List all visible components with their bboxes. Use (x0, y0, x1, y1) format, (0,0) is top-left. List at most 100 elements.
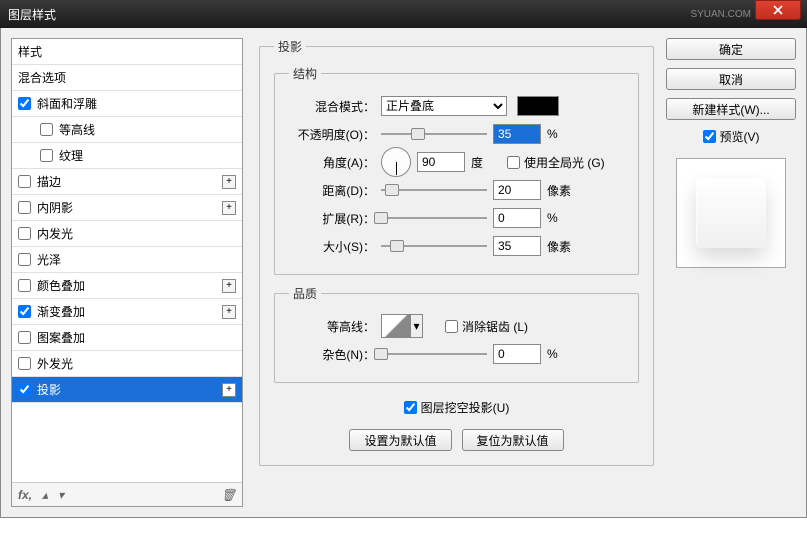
distance-slider[interactable] (381, 189, 487, 191)
sidebar-item-10[interactable]: 渐变叠加+ (12, 299, 242, 325)
sidebar-footer: fx, ▴ ▾ 🗑 (12, 482, 242, 506)
ok-button[interactable]: 确定 (666, 38, 796, 60)
sidebar-item-label: 等高线 (59, 121, 236, 138)
set-default-button[interactable]: 设置为默认值 (349, 429, 451, 451)
sidebar-item-label: 图案叠加 (37, 329, 236, 346)
angle-unit: 度 (471, 154, 501, 171)
angle-row: 角度(A)： 90 度 使用全局光 (G) (289, 148, 624, 176)
reset-default-button[interactable]: 复位为默认值 (462, 429, 564, 451)
noise-unit: % (547, 347, 577, 361)
style-checkbox[interactable] (18, 201, 31, 214)
sidebar-item-label: 纹理 (59, 147, 236, 164)
sidebar-item-3[interactable]: 等高线 (12, 117, 242, 143)
sidebar-item-label: 内阴影 (37, 199, 222, 216)
antialias-checkbox[interactable]: 消除锯齿 (L) (445, 318, 528, 335)
style-checkbox[interactable] (18, 305, 31, 318)
blend-mode-label: 混合模式： (289, 98, 375, 115)
sidebar-item-label: 光泽 (37, 251, 236, 268)
preview-box (676, 158, 786, 268)
structure-group: 结构 混合模式： 正片叠底 不透明度(O)： 35 % 角度(A)： (274, 65, 639, 275)
arrow-up-icon[interactable]: ▴ (42, 488, 48, 502)
fx-icon[interactable]: fx, (18, 488, 32, 502)
angle-label: 角度(A)： (289, 154, 375, 171)
spread-label: 扩展(R)： (289, 210, 375, 227)
plus-icon[interactable]: + (222, 175, 236, 189)
sidebar-item-1[interactable]: 混合选项 (12, 65, 242, 91)
style-checkbox[interactable] (18, 253, 31, 266)
opacity-input[interactable]: 35 (493, 124, 541, 144)
style-checkbox[interactable] (18, 357, 31, 370)
noise-slider[interactable] (381, 353, 487, 355)
spread-input[interactable]: 0 (493, 208, 541, 228)
chevron-down-icon[interactable]: ▾ (411, 314, 423, 338)
contour-row: 等高线： ▾ 消除锯齿 (L) (289, 312, 624, 340)
watermark: SYUAN.COM (690, 9, 751, 20)
spread-unit: % (547, 211, 577, 225)
style-checkbox[interactable] (40, 149, 53, 162)
preview-checkbox[interactable]: 预览(V) (666, 128, 796, 146)
sidebar-item-2[interactable]: 斜面和浮雕 (12, 91, 242, 117)
sidebar-item-12[interactable]: 外发光 (12, 351, 242, 377)
spread-slider[interactable] (381, 217, 487, 219)
blend-mode-select[interactable]: 正片叠底 (381, 96, 507, 116)
sidebar-item-7[interactable]: 内发光 (12, 221, 242, 247)
size-slider[interactable] (381, 245, 487, 247)
arrow-down-icon[interactable]: ▾ (58, 488, 64, 502)
knockout-checkbox[interactable]: 图层挖空投影(U) (404, 399, 510, 416)
sidebar-item-5[interactable]: 描边+ (12, 169, 242, 195)
angle-dial[interactable] (381, 147, 411, 177)
close-icon (773, 5, 783, 15)
style-checkbox[interactable] (18, 227, 31, 240)
style-checkbox[interactable] (18, 331, 31, 344)
distance-input[interactable]: 20 (493, 180, 541, 200)
new-style-button[interactable]: 新建样式(W)... (666, 98, 796, 120)
plus-icon[interactable]: + (222, 305, 236, 319)
style-checkbox[interactable] (18, 383, 31, 396)
opacity-unit: % (547, 127, 577, 141)
sidebar-item-6[interactable]: 内阴影+ (12, 195, 242, 221)
styles-sidebar: 样式混合选项斜面和浮雕等高线纹理描边+内阴影+内发光光泽颜色叠加+渐变叠加+图案… (11, 38, 243, 507)
sidebar-item-label: 混合选项 (18, 69, 236, 86)
sidebar-item-8[interactable]: 光泽 (12, 247, 242, 273)
style-checkbox[interactable] (18, 279, 31, 292)
sidebar-item-4[interactable]: 纹理 (12, 143, 242, 169)
sidebar-item-9[interactable]: 颜色叠加+ (12, 273, 242, 299)
sidebar-item-0[interactable]: 样式 (12, 39, 242, 65)
window-title: 图层样式 (8, 6, 690, 23)
size-input[interactable]: 35 (493, 236, 541, 256)
close-button[interactable] (755, 0, 801, 20)
plus-icon[interactable]: + (222, 279, 236, 293)
contour-label: 等高线： (289, 318, 375, 335)
cancel-button[interactable]: 取消 (666, 68, 796, 90)
noise-input[interactable]: 0 (493, 344, 541, 364)
drop-shadow-group: 投影 结构 混合模式： 正片叠底 不透明度(O)： 35 % (259, 38, 654, 466)
knockout-row: 图层挖空投影(U) (274, 393, 639, 421)
opacity-label: 不透明度(O)： (289, 126, 375, 143)
noise-row: 杂色(N)： 0 % (289, 340, 624, 368)
noise-label: 杂色(N)： (289, 346, 375, 363)
contour-thumb (381, 314, 411, 338)
style-checkbox[interactable] (18, 97, 31, 110)
shadow-color-swatch[interactable] (517, 96, 559, 116)
plus-icon[interactable]: + (222, 201, 236, 215)
sidebar-item-11[interactable]: 图案叠加 (12, 325, 242, 351)
distance-unit: 像素 (547, 182, 577, 199)
sidebar-item-label: 投影 (37, 381, 222, 398)
main: 投影 结构 混合模式： 正片叠底 不透明度(O)： 35 % (243, 28, 806, 517)
trash-icon[interactable]: 🗑 (221, 488, 236, 502)
right-column: 确定 取消 新建样式(W)... 预览(V) (666, 38, 796, 507)
opacity-slider[interactable] (381, 133, 487, 135)
titlebar: 图层样式 SYUAN.COM (0, 0, 807, 28)
angle-input[interactable]: 90 (417, 152, 465, 172)
distance-row: 距离(D)： 20 像素 (289, 176, 624, 204)
global-light-checkbox[interactable]: 使用全局光 (G) (507, 154, 605, 171)
style-checkbox[interactable] (18, 175, 31, 188)
style-checkbox[interactable] (40, 123, 53, 136)
sidebar-item-label: 内发光 (37, 225, 236, 242)
plus-icon[interactable]: + (222, 383, 236, 397)
sidebar-item-label: 外发光 (37, 355, 236, 372)
sidebar-item-13[interactable]: 投影+ (12, 377, 242, 403)
distance-label: 距离(D)： (289, 182, 375, 199)
group-legend: 投影 (274, 38, 306, 55)
contour-picker[interactable]: ▾ (381, 314, 423, 338)
